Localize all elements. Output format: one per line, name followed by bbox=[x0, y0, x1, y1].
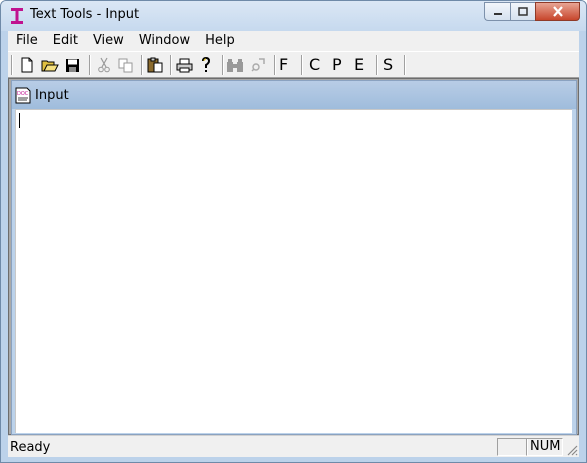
letter-button-s[interactable]: S bbox=[383, 54, 393, 76]
copy-button[interactable] bbox=[116, 55, 136, 75]
text-editor[interactable] bbox=[15, 109, 572, 433]
minimize-icon bbox=[493, 12, 502, 15]
binoculars-icon bbox=[227, 58, 243, 72]
maximize-button[interactable] bbox=[510, 2, 535, 21]
toolbar-separator bbox=[274, 55, 276, 75]
status-pane-empty bbox=[497, 438, 528, 456]
mdi-client-area: DOC Input bbox=[8, 78, 579, 435]
toolbar-separator bbox=[376, 55, 378, 75]
toolbar-separator bbox=[222, 55, 224, 75]
toolbar-separator bbox=[301, 55, 303, 75]
new-file-button[interactable] bbox=[17, 55, 37, 75]
main-window: Text Tools - Input File Edit View Window… bbox=[0, 0, 587, 463]
status-bar: Ready NUM bbox=[8, 435, 579, 457]
open-folder-icon bbox=[41, 60, 59, 71]
find-button[interactable] bbox=[225, 55, 245, 75]
close-icon bbox=[552, 6, 563, 17]
paste-icon bbox=[147, 57, 163, 73]
new-file-icon bbox=[21, 57, 33, 73]
open-button[interactable] bbox=[40, 55, 60, 75]
title-bar[interactable]: Text Tools - Input bbox=[1, 1, 586, 31]
printer-icon bbox=[176, 58, 192, 72]
close-button[interactable] bbox=[535, 2, 580, 21]
caption-buttons bbox=[484, 2, 580, 21]
window-title: Text Tools - Input bbox=[30, 7, 140, 22]
print-button[interactable] bbox=[174, 55, 194, 75]
toolbar-separator bbox=[170, 55, 172, 75]
menu-view[interactable]: View bbox=[85, 31, 131, 51]
cut-button[interactable] bbox=[94, 55, 114, 75]
menu-help[interactable]: Help bbox=[197, 31, 242, 51]
save-icon bbox=[65, 58, 79, 72]
minimize-button[interactable] bbox=[484, 2, 510, 21]
toolbar-separator bbox=[404, 55, 406, 75]
toolbar-separator bbox=[141, 55, 143, 75]
text-cursor-icon bbox=[11, 8, 23, 24]
paste-button[interactable] bbox=[145, 55, 165, 75]
maximize-icon bbox=[518, 7, 528, 16]
copy-icon bbox=[118, 58, 133, 72]
doc-icon: DOC bbox=[15, 87, 31, 104]
status-pane-num: NUM bbox=[526, 438, 563, 456]
menu-edit[interactable]: Edit bbox=[45, 31, 85, 51]
toolbar: F C P E S bbox=[8, 51, 579, 78]
help-question-icon bbox=[202, 56, 211, 72]
toolbar-grip[interactable] bbox=[11, 55, 13, 75]
menu-window[interactable]: Window bbox=[131, 31, 197, 51]
text-caret bbox=[19, 113, 20, 128]
save-button[interactable] bbox=[62, 55, 82, 75]
child-window-title: Input bbox=[35, 88, 69, 103]
svg-text:DOC: DOC bbox=[17, 91, 29, 97]
find-replace-button[interactable] bbox=[248, 55, 268, 75]
letter-button-e[interactable]: E bbox=[354, 54, 364, 76]
letter-button-c[interactable]: C bbox=[309, 54, 320, 76]
menu-file[interactable]: File bbox=[8, 31, 45, 51]
help-button[interactable] bbox=[196, 55, 216, 75]
resize-grip-icon[interactable] bbox=[566, 444, 578, 456]
child-title-bar[interactable]: DOC Input bbox=[12, 81, 576, 109]
find-replace-icon bbox=[250, 58, 265, 72]
letter-button-p[interactable]: P bbox=[332, 54, 342, 76]
cut-icon bbox=[98, 57, 110, 73]
toolbar-separator bbox=[89, 55, 91, 75]
letter-button-f[interactable]: F bbox=[279, 54, 288, 76]
child-window-input: DOC Input bbox=[11, 80, 577, 435]
status-text: Ready bbox=[10, 440, 51, 455]
menu-bar: File Edit View Window Help bbox=[8, 31, 579, 51]
